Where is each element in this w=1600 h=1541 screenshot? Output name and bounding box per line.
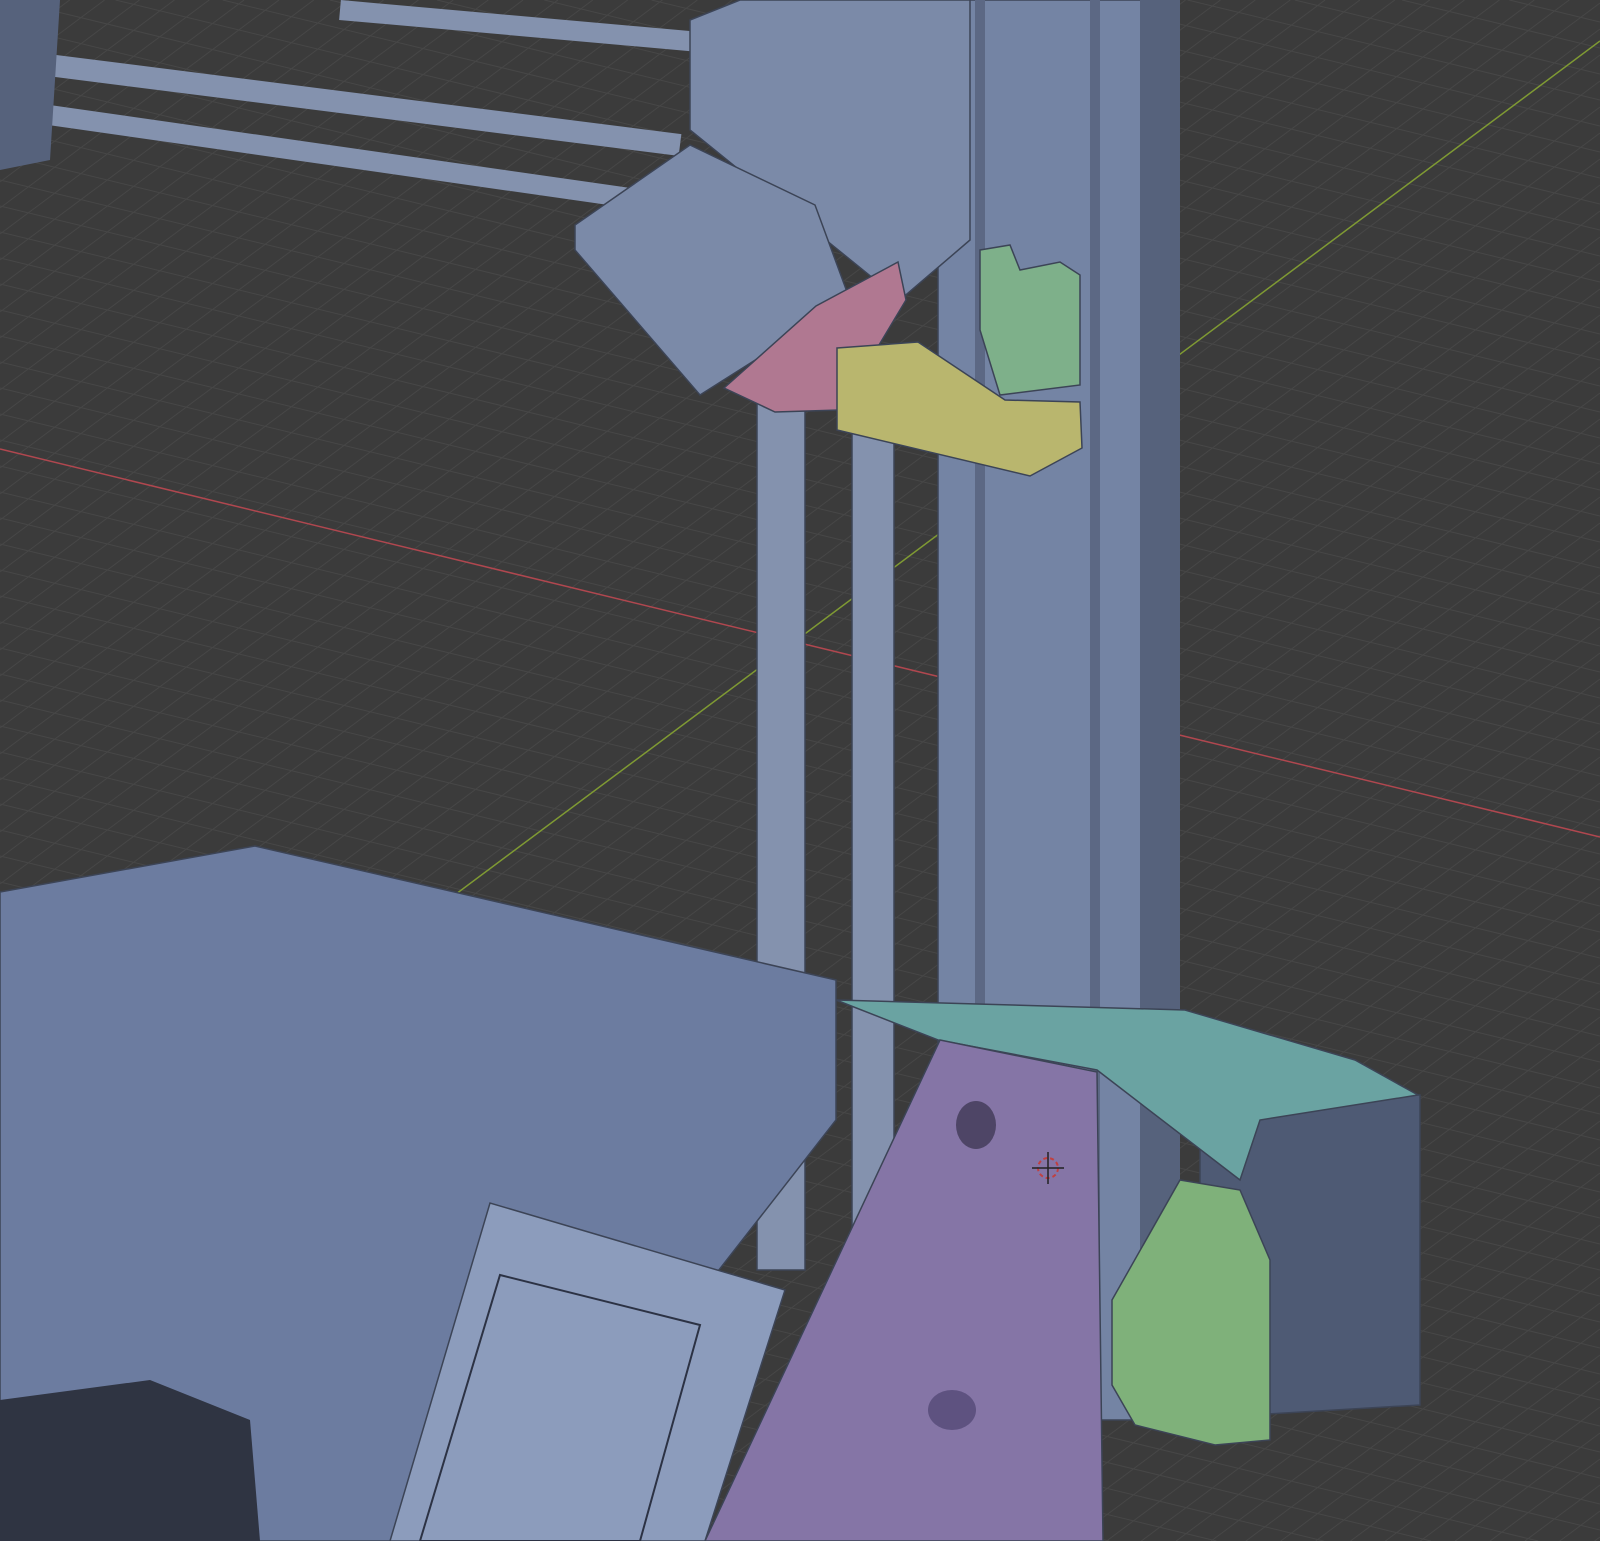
bracket-hole <box>956 1101 996 1149</box>
grid-line <box>0 0 489 365</box>
grid-line <box>1594 1536 1600 1541</box>
rod[interactable] <box>339 0 701 52</box>
z-rod-right[interactable] <box>851 429 895 1271</box>
viewport-scene[interactable] <box>0 0 1600 1541</box>
grid-line <box>1187 0 1600 101</box>
grid-line <box>1559 1510 1600 1541</box>
grid-line <box>1524 1484 1600 1541</box>
bracket-hole <box>928 1390 976 1430</box>
3d-viewport[interactable] <box>0 0 1600 1541</box>
green-cable-clip-top[interactable] <box>979 244 1081 396</box>
grid-line <box>1420 1406 1600 1541</box>
